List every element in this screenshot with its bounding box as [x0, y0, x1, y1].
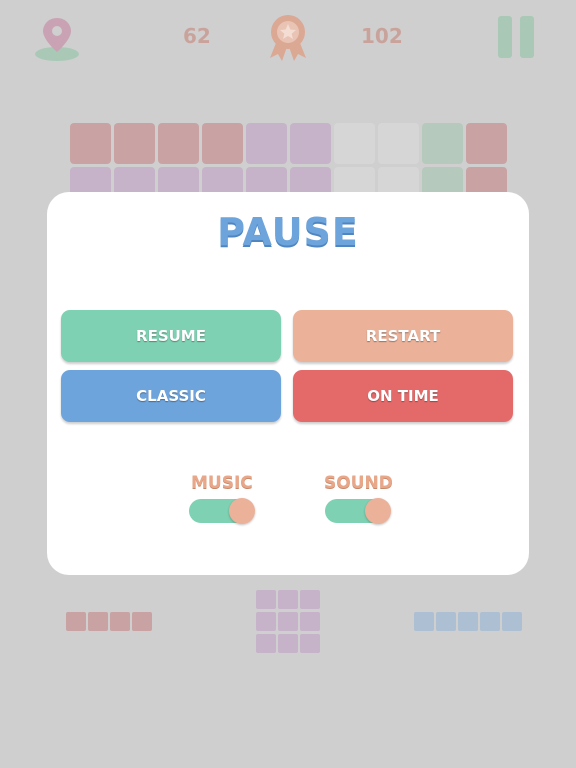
board-cell: [422, 123, 463, 164]
music-toggle[interactable]: [189, 498, 255, 524]
piece-cell: [66, 612, 86, 631]
piece-cell: [132, 612, 152, 631]
map-pin-icon: [32, 14, 82, 62]
sound-toggle-knob: [365, 498, 391, 524]
music-toggle-knob: [229, 498, 255, 524]
piece-cell: [256, 634, 276, 653]
piece-cell: [278, 612, 298, 631]
sound-toggle[interactable]: [325, 498, 391, 524]
board-cell: [246, 123, 287, 164]
piece-cell: [414, 612, 434, 631]
piece-cell: [256, 590, 276, 609]
board-cell: [70, 123, 111, 164]
piece-cell: [278, 590, 298, 609]
board-cell: [114, 123, 155, 164]
pause-dialog: PAUSE RESUME RESTART CLASSIC ON TIME MUS…: [47, 192, 529, 575]
classic-button[interactable]: CLASSIC: [61, 370, 281, 422]
piece-cell: [88, 612, 108, 631]
piece-cell: [110, 612, 130, 631]
board-cell: [378, 123, 419, 164]
piece-cell: [300, 612, 320, 631]
current-score: 102: [361, 24, 403, 48]
board-cell: [334, 123, 375, 164]
sound-label: SOUND: [324, 473, 393, 493]
best-score: 62: [183, 24, 211, 48]
board-cell: [202, 123, 243, 164]
board-cell: [158, 123, 199, 164]
hud-bar: 62 102: [0, 0, 576, 80]
on-time-button[interactable]: ON TIME: [293, 370, 513, 422]
piece-cell: [256, 612, 276, 631]
restart-button[interactable]: RESTART: [293, 310, 513, 362]
piece-cell: [436, 612, 456, 631]
board-cell: [290, 123, 331, 164]
resume-button[interactable]: RESUME: [61, 310, 281, 362]
piece-cell: [480, 612, 500, 631]
board-cell: [466, 123, 507, 164]
piece-cell: [300, 590, 320, 609]
pause-title: PAUSE: [217, 210, 359, 254]
piece-cell: [278, 634, 298, 653]
piece-cell: [300, 634, 320, 653]
music-label: MUSIC: [191, 473, 253, 493]
piece-cell: [502, 612, 522, 631]
pause-icon[interactable]: [498, 16, 538, 58]
ribbon-star-icon: [264, 12, 312, 62]
piece-cell: [458, 612, 478, 631]
